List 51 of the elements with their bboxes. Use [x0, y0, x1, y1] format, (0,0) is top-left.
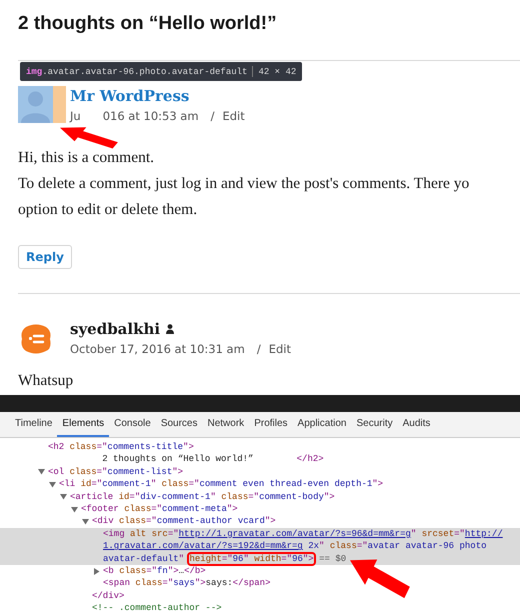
- selected-node[interactable]: <img alt src="http://1.gravatar.com/avatar/?s=96&d=mm&r=g" srcset="http:// 1.gravatar.com/avatar/?s=192&d=mm&r=g 2x" class="avatar avatar-96 photo avatar-default" height="96" width="96"> == $0: [0, 528, 520, 566]
- comment-author: syedbalkhi: [70, 320, 160, 338]
- expanded-triangle-icon[interactable]: [82, 518, 89, 525]
- comment-date[interactable]: October 17, 2016 at 10:31 am: [70, 342, 245, 356]
- code-line: avatar-default": [103, 554, 186, 564]
- reply-button[interactable]: Reply: [18, 245, 72, 269]
- comment-text: Hi, this is a comment.: [18, 148, 156, 168]
- devtools-tab[interactable]: Profiles: [249, 412, 293, 437]
- inspector-tooltip: img.avatar.avatar-96.photo.avatar-default 42 × 42: [20, 62, 302, 81]
- annotation-arrow: [350, 558, 412, 599]
- collapsed-triangle-icon[interactable]: [93, 568, 100, 575]
- person-icon: [166, 324, 174, 334]
- separator: /: [256, 342, 261, 356]
- code-line: <li id="comment-1" class="comment even thread-even depth-1">: [59, 479, 384, 490]
- expanded-triangle-icon[interactable]: [38, 468, 45, 476]
- avatar-icon: [20, 323, 52, 355]
- comment-text: Whatsup: [18, 371, 74, 391]
- expanded-triangle-icon[interactable]: [60, 493, 67, 500]
- code-line: </div>: [92, 590, 124, 601]
- code-line: <b class="fn">…</b>: [103, 566, 206, 576]
- code-line: <img alt src="http://1.gravatar.com/avatar/?s=96&d=mm&r=g" srcset="http://: [103, 528, 503, 539]
- comments-heading: 2 thoughts on “Hello world!”: [17, 12, 278, 36]
- devtools-tab[interactable]: Audits: [398, 412, 436, 437]
- code-line: == $0: [318, 554, 346, 564]
- separator: /: [210, 109, 214, 123]
- comment-author[interactable]: Mr WordPress: [70, 87, 190, 105]
- comment-date[interactable]: 016 at 10:53 am: [102, 109, 199, 123]
- devtools-tab[interactable]: Elements: [57, 412, 110, 437]
- code-line: 2 thoughts on “Hello world!” </h2>: [101, 454, 324, 464]
- devtools-tab[interactable]: Application: [292, 412, 352, 437]
- edit-link[interactable]: Edit: [268, 342, 291, 356]
- expanded-triangle-icon[interactable]: [49, 480, 56, 488]
- highlighted-code: height="96" width="96">: [189, 554, 314, 564]
- comment-text: To delete a comment, just log in and view the post's comments. There yo: [18, 174, 470, 194]
- code-line: 1.gravatar.com/avatar/?s=192&d=mm&r=g 2x" class="avatar avatar-96 photo: [103, 541, 486, 552]
- comment-date[interactable]: Ju: [70, 109, 81, 123]
- devtools-tab[interactable]: Security: [351, 412, 398, 437]
- code-line: <ol class="comment-list">: [48, 466, 184, 477]
- code-line: <h2 class="comments-title">: [48, 442, 194, 452]
- code-line: <article id="div-comment-1" class="comment-body">: [70, 492, 335, 502]
- expanded-triangle-icon[interactable]: [71, 506, 78, 513]
- code-line: <!-- .comment-author -->: [92, 603, 222, 613]
- comment-text: option to edit or delete them.: [18, 200, 198, 220]
- edit-link[interactable]: Edit: [222, 109, 245, 123]
- code-line: <footer class="comment-meta">: [81, 504, 238, 514]
- code-line: <span class="says">says:</span>: [103, 578, 270, 588]
- devtools-tab[interactable]: Network: [202, 412, 250, 437]
- code-line: <div class="comment-author vcard">: [92, 516, 276, 526]
- devtools-tab[interactable]: Sources: [156, 412, 202, 437]
- devtools-tab[interactable]: Console: [109, 412, 156, 437]
- devtools-tab[interactable]: Timeline: [10, 412, 58, 437]
